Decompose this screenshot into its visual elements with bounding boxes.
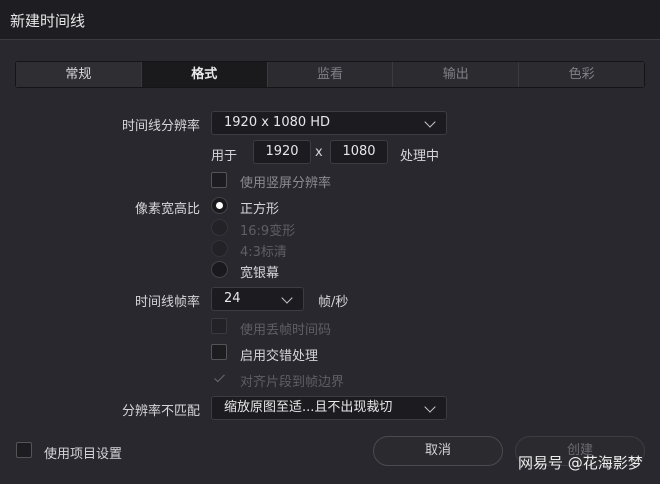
tab-format[interactable]: 格式 <box>141 62 268 87</box>
title-bar: 新建时间线 <box>0 0 660 40</box>
resolution-dropdown[interactable]: 1920 x 1080 HD <box>211 111 447 135</box>
project-settings-label: 使用项目设置 <box>44 447 123 462</box>
interlace-label: 启用交错处理 <box>240 349 319 364</box>
tab-color[interactable]: 色彩 <box>519 62 644 87</box>
tab-output[interactable]: 输出 <box>393 62 520 87</box>
option-cinemascope-label: 宽银幕 <box>240 266 280 281</box>
radio-square[interactable] <box>211 197 228 214</box>
processing-label: 处理中 <box>400 149 440 164</box>
frame-rate-dropdown[interactable]: 24 <box>211 287 304 311</box>
radio-16-9-anamorphic <box>211 219 228 236</box>
resolution-value: 1920 x 1080 HD <box>224 115 331 130</box>
chevron-down-icon <box>424 116 436 128</box>
project-settings-checkbox[interactable] <box>16 442 32 458</box>
chevron-down-icon <box>281 292 293 304</box>
mismatch-value: 缩放原图至适...且不出现裁切 <box>224 400 393 415</box>
watermark: 网易号 @花海影梦 <box>518 454 643 472</box>
window-title: 新建时间线 <box>10 12 86 30</box>
option-4-3-label: 4:3标清 <box>240 245 287 260</box>
vertical-resolution-label: 使用竖屏分辨率 <box>240 176 332 191</box>
frame-rate-value: 24 <box>224 291 241 306</box>
height-input[interactable]: 1080 <box>330 140 388 164</box>
mismatch-dropdown[interactable]: 缩放原图至适...且不出现裁切 <box>211 396 447 420</box>
tab-bar: 常规 格式 监看 输出 色彩 <box>15 61 645 88</box>
resolution-separator: x <box>315 145 323 160</box>
align-frame-label: 对齐片段到帧边界 <box>240 375 345 390</box>
radio-selected-dot <box>216 202 223 209</box>
width-input[interactable]: 1920 <box>253 140 311 164</box>
radio-4-3-sd <box>211 240 228 257</box>
checkmark-icon <box>214 371 225 383</box>
align-frame-checkbox <box>211 370 227 386</box>
vertical-resolution-checkbox[interactable] <box>211 172 227 188</box>
option-16-9-label: 16:9变形 <box>240 224 296 239</box>
interlace-checkbox[interactable] <box>211 344 227 360</box>
mismatch-label: 分辨率不匹配 <box>121 404 200 419</box>
pixel-aspect-label: 像素宽高比 <box>134 202 200 217</box>
drop-frame-label: 使用丢帧时间码 <box>240 323 332 338</box>
tab-monitor[interactable]: 监看 <box>267 62 394 87</box>
chevron-down-icon <box>424 401 436 413</box>
radio-cinemascope[interactable] <box>211 261 228 278</box>
option-square-label: 正方形 <box>240 202 280 217</box>
use-for-label: 用于 <box>211 149 238 164</box>
tab-general[interactable]: 常规 <box>16 62 142 87</box>
frame-rate-label: 时间线帧率 <box>134 295 200 310</box>
drop-frame-checkbox <box>211 318 227 334</box>
resolution-label: 时间线分辨率 <box>121 119 200 134</box>
cancel-button[interactable]: 取消 <box>373 436 503 466</box>
frame-rate-unit: 帧/秒 <box>318 295 349 310</box>
